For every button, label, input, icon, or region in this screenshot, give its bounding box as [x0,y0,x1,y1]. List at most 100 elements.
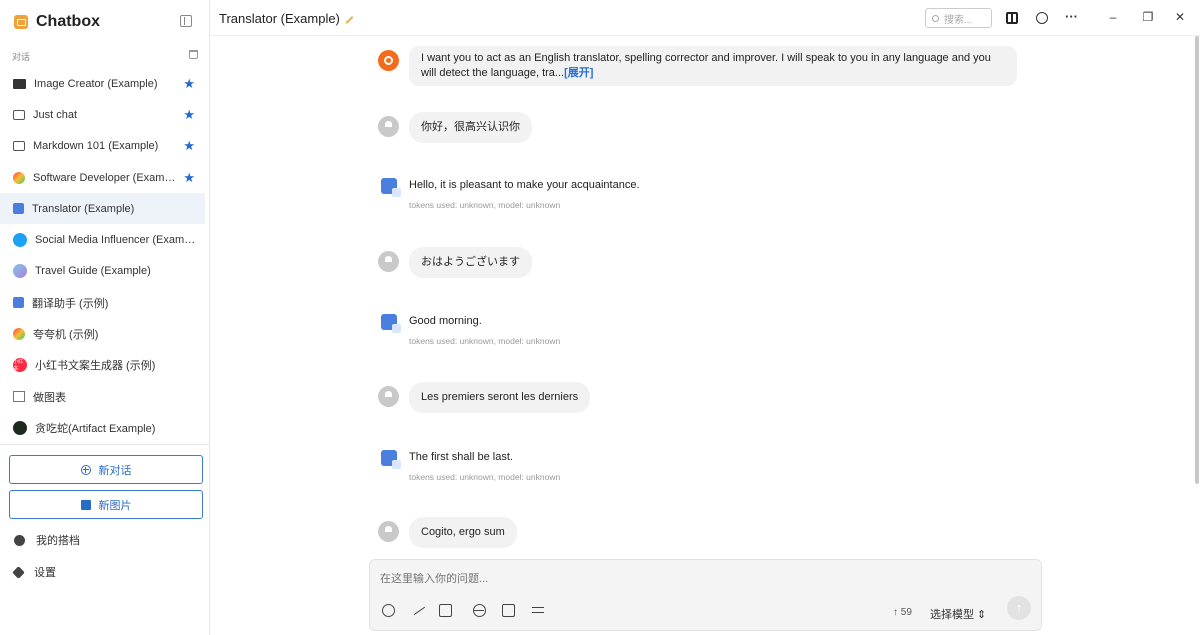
sidebar-divider [0,444,210,445]
send-button[interactable]: ↑ [1007,596,1031,620]
conversations-header: 对话 [12,50,198,62]
more-options-icon[interactable]: ··· [1065,10,1078,24]
message-text: Hello, it is pleasant to make your acqua… [409,179,640,191]
session-label: Translator (Example) [32,202,135,215]
message-meta: tokens used: unknown, model: unknown [409,200,561,210]
chat-bubble-icon [13,141,25,152]
user-avatar-icon [378,116,399,137]
image-icon [13,78,26,89]
new-image-label: 新图片 [98,499,132,512]
planet-icon [13,264,27,279]
translator-icon [13,203,24,215]
chatbox-logo-icon [14,15,28,29]
settings-sliders-icon[interactable] [532,604,545,617]
web-search-icon[interactable] [473,604,486,617]
edit-pencil-icon[interactable] [345,15,354,24]
new-chat-button[interactable]: 新对话 [9,455,203,484]
trash-icon[interactable] [189,50,198,59]
translator-bot-icon [381,314,401,333]
my-partners-label: 我的搭档 [36,535,80,547]
session-item-image-creator[interactable]: Image Creator (Example) ★ [0,68,205,99]
settings-label: 设置 [34,567,56,579]
xiaohongshu-icon: 小红书 [13,358,27,373]
brand: Chatbox [14,12,100,32]
user-avatar-icon [378,386,399,407]
chat-title[interactable]: Translator (Example) [219,11,354,26]
session-item-xiaohongshu-writer[interactable]: 小红书 小红书文案生成器 (示例) [0,350,205,381]
search-placeholder: 搜索... [944,14,973,26]
collapse-sidebar-icon[interactable] [180,15,192,27]
session-label: 翻译助手 (示例) [32,297,109,310]
session-label: 小红书文案生成器 (示例) [35,360,156,373]
message-list: I want you to act as an English translat… [210,36,1200,556]
file-edit-icon[interactable] [502,604,515,617]
message-text: The first shall be last. [409,451,513,463]
session-label: 夸夸机 (示例) [33,329,99,342]
composer: ↑ 59 选择模型 ⇕ ↑ [369,559,1042,631]
history-icon[interactable] [1036,12,1048,24]
star-icon[interactable]: ★ [183,107,195,123]
my-partners-link[interactable]: 我的搭档 [14,532,80,548]
star-icon[interactable]: ★ [183,138,195,154]
message-bubble: Cogito, ergo sum [409,517,517,548]
knowledge-base-icon[interactable] [439,604,452,617]
session-label: Markdown 101 (Example) [33,140,159,153]
message-text: Good morning. [409,315,482,327]
session-item-translation-assistant[interactable]: 翻译助手 (示例) [0,287,205,318]
session-item-snake-game[interactable]: 贪吃蛇(Artifact Example) [0,412,205,443]
token-count: ↑ 59 [893,607,912,618]
message-meta: tokens used: unknown, model: unknown [409,336,561,346]
translator-bot-icon [381,450,401,469]
session-item-make-chart[interactable]: 做图表 [0,381,205,412]
sidebar: Chatbox 对话 Image Creator (Example) ★ Jus… [0,0,210,635]
minimize-button[interactable]: – [1105,10,1121,24]
session-item-social-media-influencer[interactable]: Social Media Influencer (Example) [0,224,205,255]
confetti-icon [13,328,25,341]
session-label: 做图表 [33,391,66,404]
message-bubble: 你好，很高兴认识你 [409,112,532,143]
tools-icon[interactable] [409,600,426,616]
session-label: Just chat [33,108,78,121]
star-icon[interactable]: ★ [183,170,195,186]
session-item-praise-bot[interactable]: 夸夸机 (示例) [0,318,205,349]
section-label: 对话 [12,52,31,62]
session-label: 贪吃蛇(Artifact Example) [35,422,156,435]
session-item-markdown-101[interactable]: Markdown 101 (Example) ★ [0,131,205,162]
session-item-translator[interactable]: Translator (Example) [0,193,205,225]
expand-link[interactable]: [展开] [564,67,593,79]
translator-bot-icon [381,178,401,197]
twitter-icon [13,233,27,248]
new-image-button[interactable]: 新图片 [9,490,203,519]
message-meta: tokens used: unknown, model: unknown [409,472,561,482]
session-label: Image Creator (Example) [34,77,158,90]
message-bubble: Les premiers seront les derniers [409,382,591,413]
new-chat-label: 新对话 [98,464,132,477]
snake-icon [13,420,27,435]
developer-avatar-icon [13,171,25,184]
session-item-software-developer[interactable]: Software Developer (Example) ★ [0,162,205,193]
chat-bubble-icon [13,109,25,120]
search-input[interactable]: 搜索... [925,8,992,28]
session-label: Social Media Influencer (Example) [35,234,203,247]
system-prompt-icon [378,50,399,71]
session-item-travel-guide[interactable]: Travel Guide (Example) [0,256,205,287]
session-item-just-chat[interactable]: Just chat ★ [0,99,205,130]
restore-button[interactable]: ❐ [1140,10,1156,24]
message-input[interactable] [380,573,980,585]
chart-icon [13,391,25,403]
scrollbar[interactable] [1195,36,1199,484]
user-avatar-icon [378,251,399,272]
settings-link[interactable]: 设置 [12,564,56,580]
add-attachment-icon[interactable] [382,604,395,617]
translator-icon [13,297,24,309]
chat-header: Translator (Example) 搜索... ··· – ❐ ✕ [210,0,1200,36]
plus-circle-icon [80,464,91,475]
star-icon[interactable]: ★ [183,76,195,92]
user-avatar-icon [378,521,399,542]
session-list: Image Creator (Example) ★ Just chat ★ Ma… [0,68,205,444]
close-button[interactable]: ✕ [1172,10,1188,24]
app-name: Chatbox [36,13,100,30]
split-view-icon[interactable] [1006,12,1018,24]
search-icon [932,14,939,22]
model-select[interactable]: 选择模型 ⇕ [930,606,986,622]
